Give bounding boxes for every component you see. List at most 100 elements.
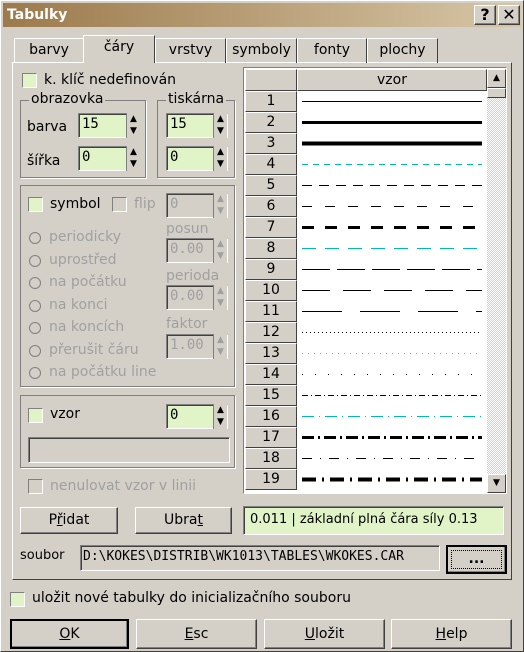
tab-fonty[interactable]: fonty [297,38,367,63]
scrollbar[interactable]: ▲ ▼ [487,69,506,493]
down-arrow-icon[interactable]: ▼ [217,252,224,261]
ok-button[interactable]: OK [10,619,129,649]
tab-plochy[interactable]: plochy [367,38,438,63]
up-arrow-icon[interactable]: ▲ [217,147,224,157]
row-number[interactable]: 18 [245,448,297,469]
file-path-field[interactable]: D:\KOKES\DISTRIB\WK1013\TABLES\WKOKES.CA… [80,545,440,571]
row-number[interactable]: 14 [245,364,297,385]
table-header-pattern[interactable]: vzor [297,69,487,91]
table-row[interactable]: 5 [244,175,487,196]
table-row[interactable]: 17 [244,427,487,448]
row-number[interactable]: 15 [245,385,297,406]
row-number[interactable]: 5 [245,175,297,196]
row-number[interactable]: 11 [245,301,297,322]
table-row[interactable]: 9 [244,259,487,280]
table-row[interactable]: 11 [244,301,487,322]
flip-spinner[interactable]: ▲ ▼ [213,193,227,218]
tab-barvy[interactable]: barvy [14,38,84,63]
help-button[interactable]: ? [474,5,496,25]
row-number[interactable]: 10 [245,280,297,301]
radio-option[interactable] [29,232,41,244]
radio-option[interactable] [29,344,41,357]
table-row[interactable]: 19 [244,469,487,490]
scroll-up-icon[interactable]: ▲ [487,69,506,88]
down-arrow-icon[interactable]: ▼ [217,348,224,357]
table-row[interactable]: 6 [244,196,487,217]
flip-checkbox[interactable] [112,197,127,212]
up-arrow-icon[interactable]: ▲ [217,286,224,296]
tab-vrstvy[interactable]: vrstvy [155,38,226,63]
tab-cary[interactable]: čáry [83,35,155,63]
save-init-checkbox[interactable] [10,592,25,607]
printer-color-spinner[interactable]: ▲ ▼ [213,113,227,138]
printer-width-spinner[interactable]: ▲ ▼ [213,146,227,171]
table-row[interactable]: 18 [244,448,487,469]
no-reset-checkbox[interactable] [28,479,43,494]
row-number[interactable]: 9 [245,259,297,280]
row-number[interactable]: 17 [245,427,297,448]
up-arrow-icon[interactable]: ▲ [130,114,137,124]
table-row[interactable]: 2 [244,112,487,133]
table-row[interactable]: 3 [244,133,487,154]
row-number[interactable]: 2 [245,112,297,133]
row-number[interactable]: 4 [245,154,297,175]
row-number[interactable]: 16 [245,406,297,427]
period-spinner[interactable]: ▲ ▼ [213,285,227,310]
screen-color-spinner[interactable]: ▲ ▼ [126,113,140,138]
up-arrow-icon[interactable]: ▲ [217,405,224,415]
up-arrow-icon[interactable]: ▲ [217,335,224,345]
remove-button[interactable]: Ubrat [135,507,232,534]
table-row[interactable]: 12 [244,322,487,343]
close-button[interactable]: ✕ [498,5,520,25]
table-row[interactable]: 16 [244,406,487,427]
screen-width-spinner[interactable]: ▲ ▼ [126,146,140,171]
browse-button[interactable]: ... [446,545,507,574]
radio-option[interactable] [29,254,41,267]
down-arrow-icon[interactable]: ▼ [130,160,137,169]
row-number[interactable]: 7 [245,217,297,238]
table-row[interactable]: 14 [244,364,487,385]
down-arrow-icon[interactable]: ▼ [217,418,224,427]
pattern-checkbox[interactable] [28,408,43,423]
key-checkbox[interactable] [22,73,37,88]
row-number[interactable]: 8 [245,238,297,259]
esc-button[interactable]: Esc [136,619,257,649]
table-row[interactable]: 4 [244,154,487,175]
down-arrow-icon[interactable]: ▼ [217,127,224,136]
help-footer-button[interactable]: Help [391,619,512,649]
tab-symboly[interactable]: symboly [226,38,297,63]
shift-spinner[interactable]: ▲ ▼ [213,238,227,263]
up-arrow-icon[interactable]: ▲ [217,239,224,249]
down-arrow-icon[interactable]: ▼ [217,160,224,169]
table-row[interactable]: 10 [244,280,487,301]
row-number[interactable]: 19 [245,469,297,490]
row-number[interactable]: 3 [245,133,297,154]
row-number[interactable]: 6 [245,196,297,217]
factor-spinner[interactable]: ▲ ▼ [213,334,227,359]
row-number[interactable]: 13 [245,343,297,364]
table-row[interactable]: 13 [244,343,487,364]
row-number[interactable]: 12 [245,322,297,343]
table-row[interactable]: 15 [244,385,487,406]
up-arrow-icon[interactable]: ▲ [217,194,224,204]
up-arrow-icon[interactable]: ▲ [130,147,137,157]
scroll-down-icon[interactable]: ▼ [487,474,506,493]
radio-option[interactable] [29,322,41,334]
up-arrow-icon[interactable]: ▲ [217,114,224,124]
scroll-thumb[interactable] [487,88,506,98]
pattern-spinner[interactable]: ▲ ▼ [213,404,227,429]
add-button[interactable]: Přidat [20,507,118,534]
down-arrow-icon[interactable]: ▼ [130,127,137,136]
row-number[interactable]: 1 [245,91,297,112]
save-button[interactable]: Uložit [264,619,385,649]
table-row[interactable]: 8 [244,238,487,259]
radio-option[interactable] [29,367,41,379]
table-row[interactable]: 1 [244,91,487,112]
radio-option[interactable] [29,277,41,289]
pattern-text-field[interactable] [28,437,230,463]
down-arrow-icon[interactable]: ▼ [217,207,224,216]
down-arrow-icon[interactable]: ▼ [217,299,224,308]
table-row[interactable]: 7 [244,217,487,238]
radio-option[interactable] [29,299,41,312]
symbol-checkbox[interactable] [28,197,43,212]
